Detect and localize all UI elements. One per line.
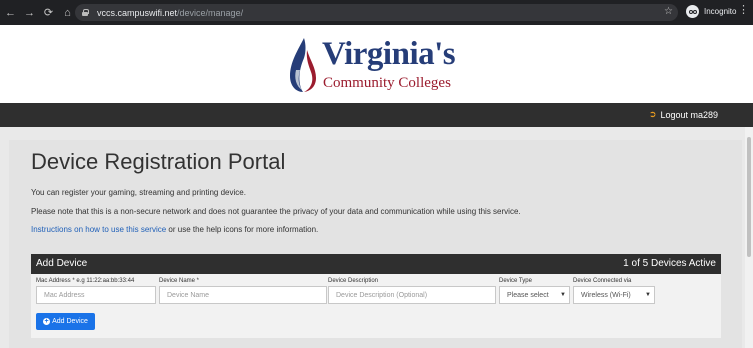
back-arrow-icon[interactable]: ← [3, 5, 18, 20]
forward-arrow-icon[interactable]: → [22, 5, 37, 20]
device-type-label: Device Type [499, 278, 532, 284]
home-icon[interactable]: ⌂ [60, 5, 75, 20]
incognito-indicator[interactable]: Incognito [686, 5, 736, 18]
address-bar[interactable]: vccs.campuswifi.net/device/manage/ ☆ [75, 4, 678, 21]
lock-icon[interactable] [82, 9, 89, 16]
chevron-down-icon: ▼ [645, 292, 651, 298]
page-title: Device Registration Portal [31, 149, 286, 174]
device-name-label: Device Name * [159, 278, 200, 284]
help-line: Instructions on how to use this service … [31, 225, 318, 235]
device-type-value: Please select [507, 291, 549, 299]
add-device-button-label: Add Device [52, 318, 88, 325]
vccs-logo[interactable]: Virginia's Community Colleges [286, 36, 466, 96]
device-connection-value: Wireless (Wi-Fi) [581, 291, 631, 299]
incognito-label: Incognito [704, 7, 737, 16]
browser-toolbar: ← → ⟳ ⌂ vccs.campuswifi.net/device/manag… [0, 0, 753, 25]
mac-address-input[interactable]: Mac Address [36, 286, 156, 304]
device-type-select[interactable]: Please select ▼ [499, 286, 570, 304]
active-devices-count: 1 of 5 Devices Active [623, 258, 716, 269]
url-path: /device/manage/ [177, 7, 244, 18]
logout-link[interactable]: ➲ Logout ma289 [649, 109, 718, 120]
device-description-label: Device Description [328, 278, 379, 284]
device-connection-label: Device Connected via [573, 278, 632, 284]
logo-wordmark: Virginia's [322, 36, 456, 72]
mac-address-label: Mac Address * e.g 11:22:aa:bb:33:44 [36, 278, 135, 284]
instructions-link[interactable]: Instructions on how to use this service [31, 225, 166, 234]
add-device-header: Add Device 1 of 5 Devices Active [31, 254, 721, 274]
help-text: or use the help icons for more informati… [166, 225, 319, 234]
scrollbar-thumb[interactable] [747, 137, 751, 257]
portal-panel: Device Registration Portal You can regis… [9, 140, 742, 348]
add-device-title: Add Device [36, 258, 88, 269]
add-device-form: Mac Address * e.g 11:22:aa:bb:33:44 Mac … [31, 274, 721, 338]
logout-label: Logout ma289 [660, 109, 718, 120]
reload-icon[interactable]: ⟳ [41, 5, 56, 20]
browser-menu-icon[interactable]: ⋮ [738, 5, 749, 16]
logout-icon: ➲ [648, 109, 657, 119]
chevron-down-icon: ▼ [560, 292, 566, 298]
page-scrollbar[interactable] [745, 127, 753, 348]
device-description-input[interactable]: Device Description (Optional) [328, 286, 496, 304]
incognito-icon [686, 5, 699, 18]
url-host: vccs.campuswifi.net [97, 7, 178, 18]
logo-mark-icon [290, 38, 316, 92]
security-note: Please note that this is a non-secure ne… [31, 207, 521, 216]
plus-circle-icon: + [43, 318, 51, 325]
logo-subtitle: Community Colleges [323, 75, 451, 91]
device-connection-select[interactable]: Wireless (Wi-Fi) ▼ [573, 286, 655, 304]
site-header: Virginia's Community Colleges [0, 25, 753, 103]
add-device-button[interactable]: + Add Device [36, 313, 95, 330]
device-name-input[interactable]: Device Name [159, 286, 327, 304]
user-nav-bar: ➲ Logout ma289 [0, 103, 753, 127]
intro-text: You can register your gaming, streaming … [31, 188, 246, 197]
bookmark-star-icon[interactable]: ☆ [664, 6, 673, 17]
